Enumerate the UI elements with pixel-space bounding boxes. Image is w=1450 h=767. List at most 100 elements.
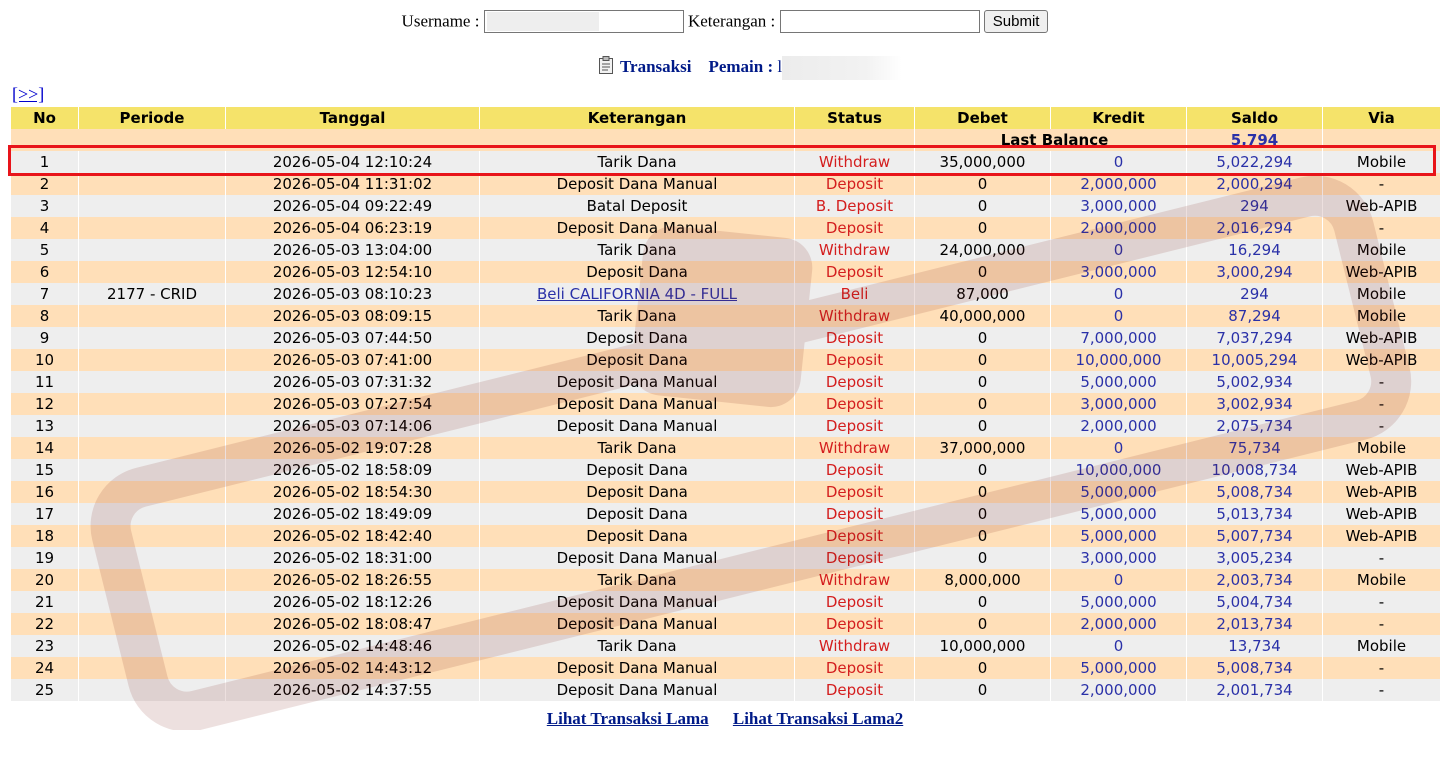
- cell-keterangan: Deposit Dana Manual: [480, 173, 794, 195]
- cell-keterangan: Tarik Dana: [480, 437, 794, 459]
- cell-keterangan: Deposit Dana Manual: [480, 547, 794, 569]
- table-row: 12 2026-05-03 07:27:54 Deposit Dana Manual…: [11, 393, 1440, 415]
- cell-status: B. Deposit: [795, 195, 914, 217]
- cell-status: Deposit: [795, 525, 914, 547]
- cell-periode: [79, 679, 225, 701]
- cell-kredit: 0: [1051, 635, 1186, 657]
- table-row: 9 2026-05-03 07:44:50 Deposit Dana Deposit 0…: [11, 327, 1440, 349]
- cell-periode: [79, 239, 225, 261]
- cell-status: Withdraw: [795, 239, 914, 261]
- cell-via: -: [1323, 613, 1440, 635]
- cell-tanggal: 2026-05-02 18:12:26: [226, 591, 479, 613]
- cell-saldo: 5,002,934: [1187, 371, 1322, 393]
- cell-kredit: 2,000,000: [1051, 679, 1186, 701]
- cell-no: 7: [11, 283, 78, 305]
- table-row: 19 2026-05-02 18:31:00 Deposit Dana Manual…: [11, 547, 1440, 569]
- old-transactions2-link[interactable]: Lihat Transaksi Lama2: [733, 709, 903, 728]
- cell-saldo: 2,013,734: [1187, 613, 1322, 635]
- cell-saldo: 2,003,734: [1187, 569, 1322, 591]
- cell-periode: [79, 327, 225, 349]
- next-page-link[interactable]: [>>]: [12, 84, 44, 105]
- cell-periode: [79, 305, 225, 327]
- cell-status: Deposit: [795, 393, 914, 415]
- cell-no: 23: [11, 635, 78, 657]
- cell-kredit: 0: [1051, 151, 1186, 173]
- cell-periode: [79, 195, 225, 217]
- cell-keterangan: Deposit Dana: [480, 525, 794, 547]
- cell-tanggal: 2026-05-02 18:54:30: [226, 481, 479, 503]
- cell-periode: 2177 - CRID: [79, 283, 225, 305]
- cell-saldo: 7,037,294: [1187, 327, 1322, 349]
- cell-no: 16: [11, 481, 78, 503]
- cell-kredit: 0: [1051, 283, 1186, 305]
- table-row: 16 2026-05-02 18:54:30 Deposit Dana Deposit…: [11, 481, 1440, 503]
- cell-status: Deposit: [795, 591, 914, 613]
- cell-debet: 0: [915, 217, 1050, 239]
- cell-periode: [79, 349, 225, 371]
- cell-tanggal: 2026-05-04 09:22:49: [226, 195, 479, 217]
- cell-no: 4: [11, 217, 78, 239]
- cell-status: Withdraw: [795, 437, 914, 459]
- cell-periode: [79, 261, 225, 283]
- cell-via: -: [1323, 173, 1440, 195]
- cell-no: 22: [11, 613, 78, 635]
- table-row: 13 2026-05-03 07:14:06 Deposit Dana Manual…: [11, 415, 1440, 437]
- cell-no: 19: [11, 547, 78, 569]
- username-input[interactable]: [483, 10, 684, 33]
- footer-links: Lihat Transaksi Lama Lihat Transaksi Lam…: [0, 709, 1450, 729]
- cell-no: 13: [11, 415, 78, 437]
- cell-periode: [79, 569, 225, 591]
- last-balance-row: Last Balance 5,794: [11, 129, 1440, 151]
- cell-tanggal: 2026-05-02 18:26:55: [226, 569, 479, 591]
- last-balance-value: 5,794: [1187, 129, 1322, 151]
- cell-status: Deposit: [795, 173, 914, 195]
- cell-saldo: 5,008,734: [1187, 481, 1322, 503]
- cell-kredit: 0: [1051, 239, 1186, 261]
- cell-tanggal: 2026-05-03 07:31:32: [226, 371, 479, 393]
- cell-saldo: 3,005,234: [1187, 547, 1322, 569]
- cell-status: Withdraw: [795, 635, 914, 657]
- old-transactions-link[interactable]: Lihat Transaksi Lama: [547, 709, 709, 728]
- cell-status: Deposit: [795, 679, 914, 701]
- title-transaksi: Transaksi: [619, 57, 692, 76]
- header-debet: Debet: [915, 107, 1050, 129]
- cell-saldo: 3,000,294: [1187, 261, 1322, 283]
- cell-kredit: 10,000,000: [1051, 349, 1186, 371]
- cell-debet: 0: [915, 547, 1050, 569]
- cell-no: 15: [11, 459, 78, 481]
- cell-periode: [79, 173, 225, 195]
- table-row: 6 2026-05-03 12:54:10 Deposit Dana Deposit 0…: [11, 261, 1440, 283]
- cell-via: -: [1323, 547, 1440, 569]
- last-balance-spacer-status: [795, 129, 914, 151]
- cell-status: Deposit: [795, 371, 914, 393]
- cell-debet: 87,000: [915, 283, 1050, 305]
- cell-saldo: 10,008,734: [1187, 459, 1322, 481]
- cell-via: Web-APIB: [1323, 349, 1440, 371]
- cell-no: 11: [11, 371, 78, 393]
- cell-via: -: [1323, 679, 1440, 701]
- keterangan-input[interactable]: [779, 10, 980, 33]
- cell-status: Deposit: [795, 657, 914, 679]
- cell-kredit: 10,000,000: [1051, 459, 1186, 481]
- table-row: 11 2026-05-03 07:31:32 Deposit Dana Manual…: [11, 371, 1440, 393]
- cell-keterangan: Tarik Dana: [480, 569, 794, 591]
- cell-debet: 0: [915, 503, 1050, 525]
- transaction-detail-link[interactable]: Beli CALIFORNIA 4D - FULL: [537, 285, 737, 303]
- cell-saldo: 2,001,734: [1187, 679, 1322, 701]
- submit-button[interactable]: Submit: [983, 10, 1049, 33]
- transactions-table: No Periode Tanggal Keterangan Status Deb…: [10, 107, 1441, 701]
- cell-periode: [79, 591, 225, 613]
- cell-periode: [79, 503, 225, 525]
- cell-tanggal: 2026-05-03 13:04:00: [226, 239, 479, 261]
- cell-debet: 0: [915, 327, 1050, 349]
- page-title: Transaksi Pemain : l: [598, 56, 903, 81]
- cell-keterangan: Deposit Dana: [480, 503, 794, 525]
- cell-kredit: 3,000,000: [1051, 393, 1186, 415]
- cell-via: -: [1323, 371, 1440, 393]
- cell-keterangan: Deposit Dana Manual: [480, 415, 794, 437]
- cell-debet: 0: [915, 173, 1050, 195]
- cell-no: 6: [11, 261, 78, 283]
- last-balance-label: Last Balance: [915, 129, 1186, 151]
- cell-saldo: 5,013,734: [1187, 503, 1322, 525]
- transactions-table-wrapper: No Periode Tanggal Keterangan Status Deb…: [10, 107, 1440, 701]
